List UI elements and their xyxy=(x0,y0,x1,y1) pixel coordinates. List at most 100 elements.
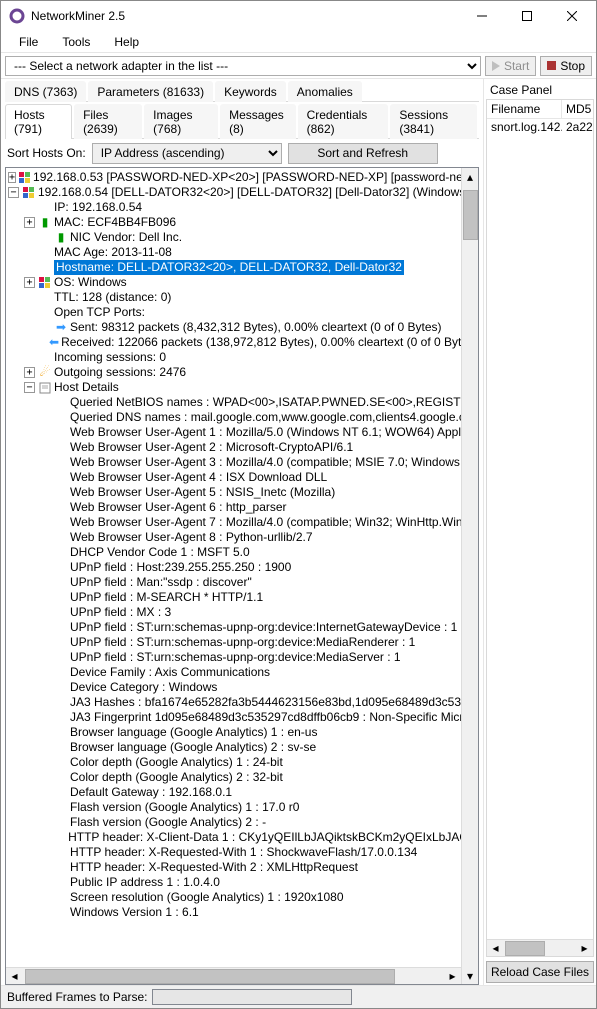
host-node[interactable]: +192.168.0.53 [PASSWORD-NED-XP<20>] [PAS… xyxy=(6,170,478,185)
detail-line[interactable]: HTTP header: X-Client-Data 1 : CKy1yQEIl… xyxy=(6,830,478,845)
scroll-thumb[interactable] xyxy=(463,190,478,240)
detail-line[interactable]: Browser language (Google Analytics) 1 : … xyxy=(6,725,478,740)
tree-item[interactable]: ➡Sent: 98312 packets (8,432,312 Bytes), … xyxy=(6,320,478,335)
detail-line[interactable]: Default Gateway : 192.168.0.1 xyxy=(6,785,478,800)
expander-icon xyxy=(56,397,67,408)
host-details[interactable]: −Host Details xyxy=(6,380,478,395)
tab-anomalies[interactable]: Anomalies xyxy=(288,81,362,102)
detail-line[interactable]: Color depth (Google Analytics) 1 : 24-bi… xyxy=(6,755,478,770)
tree-item[interactable]: ▮NIC Vendor: Dell Inc. xyxy=(6,230,478,245)
detail-line[interactable]: UPnP field : ST:urn:schemas-upnp-org:dev… xyxy=(6,635,478,650)
menu-file[interactable]: File xyxy=(9,33,48,51)
tab-sessions[interactable]: Sessions (3841) xyxy=(390,104,477,139)
case-file-table[interactable]: Filename MD5 snort.log.142... 2a22 ◂ ▸ xyxy=(486,99,594,957)
column-md5[interactable]: MD5 xyxy=(562,100,594,118)
detail-line[interactable]: Windows Version 1 : 6.1 xyxy=(6,905,478,920)
detail-line[interactable]: Web Browser User-Agent 7 : Mozilla/4.0 (… xyxy=(6,515,478,530)
tree-item[interactable]: IP: 192.168.0.54 xyxy=(6,200,478,215)
detail-line[interactable]: Public IP address 1 : 1.0.4.0 xyxy=(6,875,478,890)
tree-item[interactable]: +☄Outgoing sessions: 2476 xyxy=(6,365,478,380)
detail-line[interactable]: Queried DNS names : mail.google.com,www.… xyxy=(6,410,478,425)
scroll-left-icon[interactable]: ◂ xyxy=(6,968,23,984)
detail-line[interactable]: Browser language (Google Analytics) 2 : … xyxy=(6,740,478,755)
detail-line[interactable]: HTTP header: X-Requested-With 2 : XMLHtt… xyxy=(6,860,478,875)
tree-item[interactable]: ⬅Received: 122066 packets (138,972,812 B… xyxy=(6,335,478,350)
scroll-down-icon[interactable]: ▾ xyxy=(462,967,478,984)
column-filename[interactable]: Filename xyxy=(487,100,562,118)
expander-icon xyxy=(56,562,67,573)
detail-line[interactable]: DHCP Vendor Code 1 : MSFT 5.0 xyxy=(6,545,478,560)
detail-line[interactable]: Device Category : Windows xyxy=(6,680,478,695)
tab-credentials[interactable]: Credentials (862) xyxy=(298,104,389,139)
detail-line[interactable]: Device Family : Axis Communications xyxy=(6,665,478,680)
expander-icon[interactable]: − xyxy=(8,187,19,198)
vertical-scrollbar[interactable]: ▴ ▾ xyxy=(461,168,478,984)
expander-icon[interactable]: + xyxy=(24,217,35,228)
expander-icon[interactable]: − xyxy=(24,382,35,393)
detail-line[interactable]: UPnP field : Man:"ssdp : discover" xyxy=(6,575,478,590)
tree-item[interactable]: MAC Age: 2013-11-08 xyxy=(6,245,478,260)
menu-tools[interactable]: Tools xyxy=(52,33,100,51)
detail-line[interactable]: UPnP field : MX : 3 xyxy=(6,605,478,620)
horizontal-scrollbar[interactable]: ◂ ▸ xyxy=(6,967,461,984)
node-icon xyxy=(38,382,52,394)
scroll-thumb-h[interactable] xyxy=(25,969,395,984)
detail-line[interactable]: Web Browser User-Agent 5 : NSIS_Inetc (M… xyxy=(6,485,478,500)
detail-line[interactable]: Web Browser User-Agent 2 : Microsoft-Cry… xyxy=(6,440,478,455)
reload-case-files-button[interactable]: Reload Case Files xyxy=(486,961,594,983)
tree-item[interactable]: +▮MAC: ECF4BB4FB096 xyxy=(6,215,478,230)
detail-line[interactable]: Web Browser User-Agent 3 : Mozilla/4.0 (… xyxy=(6,455,478,470)
sort-refresh-button[interactable]: Sort and Refresh xyxy=(288,143,438,164)
adapter-select[interactable]: --- Select a network adapter in the list… xyxy=(5,56,481,76)
expander-icon[interactable]: + xyxy=(24,367,35,378)
table-row[interactable]: snort.log.142... 2a22 xyxy=(487,119,593,135)
expander-icon xyxy=(56,727,67,738)
hostname-node[interactable]: Hostname: DELL-DATOR32<20>, DELL-DATOR32… xyxy=(6,260,478,275)
menu-help[interactable]: Help xyxy=(104,33,149,51)
detail-line[interactable]: UPnP field : ST:urn:schemas-upnp-org:dev… xyxy=(6,650,478,665)
tab-images[interactable]: Images (768) xyxy=(144,104,218,139)
tab-messages[interactable]: Messages (8) xyxy=(220,104,296,139)
detail-line[interactable]: UPnP field : M-SEARCH * HTTP/1.1 xyxy=(6,590,478,605)
close-button[interactable] xyxy=(549,1,594,31)
scroll-right-icon[interactable]: ▸ xyxy=(444,968,461,984)
tab-parameters[interactable]: Parameters (81633) xyxy=(88,81,213,102)
detail-line[interactable]: UPnP field : Host:239.255.255.250 : 1900 xyxy=(6,560,478,575)
host-node[interactable]: −192.168.0.54 [DELL-DATOR32<20>] [DELL-D… xyxy=(6,185,478,200)
tab-hosts[interactable]: Hosts (791) xyxy=(5,104,72,139)
maximize-button[interactable] xyxy=(504,1,549,31)
node-icon: ⬅ xyxy=(49,335,59,350)
minimize-button[interactable] xyxy=(459,1,504,31)
expander-icon[interactable]: + xyxy=(24,277,35,288)
sort-select[interactable]: IP Address (ascending) xyxy=(92,143,282,164)
expander-icon[interactable]: + xyxy=(8,172,16,183)
expander-icon xyxy=(40,262,51,273)
tab-files[interactable]: Files (2639) xyxy=(74,104,142,139)
tree-item[interactable]: Incoming sessions: 0 xyxy=(6,350,478,365)
detail-line[interactable]: Web Browser User-Agent 4 : ISX Download … xyxy=(6,470,478,485)
tree-item[interactable]: Open TCP Ports: xyxy=(6,305,478,320)
detail-line[interactable]: JA3 Hashes : bfa1674e65282fa3b5444623156… xyxy=(6,695,478,710)
detail-line[interactable]: Color depth (Google Analytics) 2 : 32-bi… xyxy=(6,770,478,785)
detail-line[interactable]: Web Browser User-Agent 8 : Python-urllib… xyxy=(6,530,478,545)
detail-line[interactable]: Queried NetBIOS names : WPAD<00>,ISATAP.… xyxy=(6,395,478,410)
tab-dns[interactable]: DNS (7363) xyxy=(5,81,86,102)
tab-keywords[interactable]: Keywords xyxy=(215,81,286,102)
detail-line[interactable]: Web Browser User-Agent 1 : Mozilla/5.0 (… xyxy=(6,425,478,440)
detail-line[interactable]: UPnP field : ST:urn:schemas-upnp-org:dev… xyxy=(6,620,478,635)
detail-line[interactable]: Flash version (Google Analytics) 1 : 17.… xyxy=(6,800,478,815)
case-horizontal-scrollbar[interactable]: ◂ ▸ xyxy=(487,939,593,956)
detail-line[interactable]: HTTP header: X-Requested-With 1 : Shockw… xyxy=(6,845,478,860)
node-icon: ☄ xyxy=(38,365,52,380)
detail-line[interactable]: Flash version (Google Analytics) 2 : - xyxy=(6,815,478,830)
start-button[interactable]: Start xyxy=(485,56,536,76)
tree-item[interactable]: TTL: 128 (distance: 0) xyxy=(6,290,478,305)
tree-item[interactable]: +OS: Windows xyxy=(6,275,478,290)
detail-line[interactable]: JA3 Fingerprint 1d095e68489d3c535297cd8d… xyxy=(6,710,478,725)
scroll-up-icon[interactable]: ▴ xyxy=(462,168,478,185)
detail-line[interactable]: Web Browser User-Agent 6 : http_parser xyxy=(6,500,478,515)
detail-line[interactable]: Screen resolution (Google Analytics) 1 :… xyxy=(6,890,478,905)
expander-icon xyxy=(40,352,51,363)
host-tree[interactable]: +192.168.0.53 [PASSWORD-NED-XP<20>] [PAS… xyxy=(5,167,479,985)
stop-button[interactable]: Stop xyxy=(540,56,592,76)
